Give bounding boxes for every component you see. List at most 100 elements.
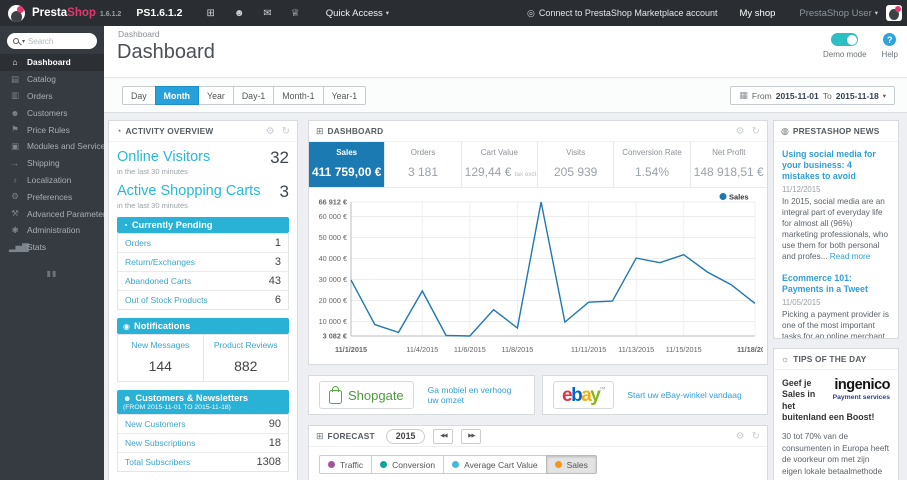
refresh-icon[interactable]: ↻ xyxy=(752,126,760,137)
topbar-right: ◎ Connect to PrestaShop Marketplace acco… xyxy=(527,5,907,21)
active-carts-row[interactable]: Active Shopping Carts 3 xyxy=(117,183,289,200)
gear-icon[interactable]: ⚙ xyxy=(266,126,275,137)
next-year-button[interactable]: ▶▶ xyxy=(461,428,482,444)
customers-table: New Customers 90 New Subscriptions 18 Tota… xyxy=(117,414,289,472)
help-label: Help xyxy=(881,50,898,59)
pending-table: Orders 1 Return/Exchanges 3 Abandoned Cart… xyxy=(117,233,289,310)
my-shop-link[interactable]: My shop xyxy=(739,8,775,19)
brand: PrestaShop 1.6.1.2 xyxy=(32,7,121,19)
online-visitors-link[interactable]: Online Visitors xyxy=(117,149,210,165)
previous-year-button[interactable]: ◀◀ xyxy=(433,428,454,444)
kpi-amount: 3 181 xyxy=(407,165,438,179)
toggle-average-cart-value[interactable]: Average Cart Value xyxy=(443,455,547,474)
help-icon[interactable]: ? xyxy=(883,33,897,46)
help-control: ? Help xyxy=(882,33,898,59)
sidebar-item-orders[interactable]: ▥ Orders xyxy=(0,88,104,105)
table-row-orders[interactable]: Orders 1 xyxy=(118,234,288,252)
gear-icon[interactable]: ⚙ xyxy=(736,431,745,442)
page-title: Dashboard xyxy=(117,41,215,63)
user-menu[interactable]: PrestaShop User ▾ xyxy=(799,8,878,19)
sidebar-item-advanced-parameters[interactable]: ⚒ Advanced Parameters xyxy=(0,205,104,222)
customers-newsletters-header: ☻ Customers & Newsletters (FROM 2015-11-0… xyxy=(117,390,289,414)
kpi-amount: 411 759,00 € xyxy=(312,165,382,179)
kpi-tab-orders[interactable]: Orders 3 181 xyxy=(385,142,462,187)
range-button-year-1[interactable]: Year-1 xyxy=(322,86,367,105)
table-row-new-customers[interactable]: New Customers 90 xyxy=(118,415,288,433)
table-row-total-subscribers[interactable]: Total Subscribers 1308 xyxy=(118,452,288,471)
demo-mode-toggle[interactable] xyxy=(831,33,859,46)
news-item-title[interactable]: Ecommerce 101: Payments in a Tweet xyxy=(782,273,890,295)
new-messages-cell[interactable]: New Messages 144 xyxy=(118,335,203,381)
sidebar-item-catalog[interactable]: ▤ Catalog xyxy=(0,71,104,88)
row-value: 18 xyxy=(268,437,281,449)
brand-presta: Presta xyxy=(32,7,68,19)
marketplace-link[interactable]: ◎ Connect to PrestaShop Marketplace acco… xyxy=(527,8,717,19)
forecast-year-pill[interactable]: 2015 xyxy=(385,428,426,444)
forecast-panel: ⊞ FORECAST 2015 ◀◀ ▶▶ ⚙ ↻ Traffic Convers… xyxy=(308,425,768,480)
ebay-promo-link[interactable]: Start uw eBay-winkel vandaag xyxy=(627,390,741,400)
cogs-icon: ⚒ xyxy=(11,208,19,219)
kpi-tab-sales[interactable]: Sales 411 759,00 € tax excl. xyxy=(309,142,386,187)
ebay-logo: ebay ™ xyxy=(553,381,615,409)
prestashop-news-panel: ◍ PRESTASHOP NEWS Using social media for… xyxy=(773,120,899,339)
shopgate-promo-link[interactable]: Ga mobiel en verhoog uw omzet xyxy=(428,385,524,405)
customers-icon[interactable]: ☻ xyxy=(234,8,245,19)
news-item-title[interactable]: Using social media for your business: 4 … xyxy=(782,149,890,182)
sidebar-item-administration[interactable]: ✱ Administration xyxy=(0,222,104,239)
search-scope-caret-icon[interactable]: ▾ xyxy=(22,38,25,45)
toggle-conversion[interactable]: Conversion xyxy=(371,455,445,474)
refresh-icon[interactable]: ↻ xyxy=(752,431,760,442)
search-input[interactable] xyxy=(28,36,79,46)
kpi-tab-cart-value[interactable]: Cart Value 129,44 € tax excl. xyxy=(462,142,538,187)
table-row-abandoned-carts[interactable]: Abandoned Carts 43 xyxy=(118,271,288,290)
refresh-icon[interactable]: ↻ xyxy=(282,126,290,137)
kpi-label: Cart Value xyxy=(480,148,518,157)
svg-text:11/4/2015: 11/4/2015 xyxy=(406,345,438,354)
gear-icon[interactable]: ⚙ xyxy=(736,126,745,137)
range-button-year[interactable]: Year xyxy=(198,86,234,105)
quick-access-menu[interactable]: Quick Access ▾ xyxy=(326,8,389,19)
toggle-sales[interactable]: Sales xyxy=(545,455,597,474)
svg-text:11/18/2015: 11/18/2015 xyxy=(737,345,763,354)
date-range-picker[interactable]: ▦ From 2015-11-01 To 2015-11-18 ▾ xyxy=(730,86,895,105)
sidebar-collapse-button[interactable]: ▮▮ xyxy=(0,269,104,278)
svg-text:50 000 €: 50 000 € xyxy=(319,233,347,242)
sidebar-item-stats[interactable]: ▂▅▇ Stats xyxy=(0,239,104,256)
series-dot xyxy=(380,461,388,468)
toggle-label: Average Cart Value xyxy=(464,459,538,470)
sidebar-item-customers[interactable]: ☻ Customers xyxy=(0,104,104,121)
table-row-out-of-stock[interactable]: Out of Stock Products 6 xyxy=(118,290,288,309)
range-button-day[interactable]: Day xyxy=(122,86,156,105)
sidebar-item-preferences[interactable]: ⚙ Preferences xyxy=(0,188,104,205)
news-item-excerpt: Picking a payment provider is one of the… xyxy=(782,310,889,339)
range-button-month-1[interactable]: Month-1 xyxy=(273,86,324,105)
page-header: Dashboard Dashboard Demo mode ? Help xyxy=(104,26,907,78)
table-row-returns[interactable]: Return/Exchanges 3 xyxy=(118,252,288,271)
sidebar-item-localization[interactable]: ♁ Localization xyxy=(0,172,104,189)
catalog-icon: ▤ xyxy=(10,73,20,84)
demo-mode-control: Demo mode xyxy=(823,33,867,59)
kpi-tab-conversion-rate[interactable]: Conversion Rate 1.54% xyxy=(614,142,691,187)
sidebar-item-dashboard[interactable]: ⌂ Dashboard xyxy=(0,54,104,71)
online-visitors-row[interactable]: Online Visitors 32 xyxy=(117,149,289,166)
range-button-month[interactable]: Month xyxy=(154,86,200,105)
read-more-link[interactable]: Read more xyxy=(830,252,871,261)
brand-shop: Shop xyxy=(67,7,96,19)
kpi-tab-visits[interactable]: Visits 205 939 xyxy=(538,142,615,187)
trophy-icon[interactable]: ♕ xyxy=(291,8,300,19)
range-button-day-1[interactable]: Day-1 xyxy=(232,86,275,105)
cart-icon[interactable]: ⊞ xyxy=(206,8,214,19)
kpi-tab-net-profit[interactable]: Net Profit 148 918,51 € tax excl. xyxy=(691,142,767,187)
date-range-toolbar: Day Month Year Day-1 Month-1 Year-1 ▦ Fr… xyxy=(104,78,907,113)
active-carts-link[interactable]: Active Shopping Carts xyxy=(117,183,260,199)
messages-icon[interactable]: ✉ xyxy=(263,8,271,19)
product-reviews-cell[interactable]: Product Reviews 882 xyxy=(202,335,289,381)
sidebar-item-modules[interactable]: ▣ Modules and Services xyxy=(0,138,104,155)
table-row-new-subscriptions[interactable]: New Subscriptions 18 xyxy=(118,433,288,452)
toggle-traffic[interactable]: Traffic xyxy=(319,455,373,474)
sidebar-item-price-rules[interactable]: ⚑ Price Rules xyxy=(0,121,104,138)
sidebar-item-shipping[interactable]: → Shipping xyxy=(0,155,104,172)
avatar[interactable] xyxy=(886,5,902,21)
news-item-date: 11/05/2015 xyxy=(782,298,821,308)
panel-title: PRESTASHOP NEWS xyxy=(792,126,880,136)
